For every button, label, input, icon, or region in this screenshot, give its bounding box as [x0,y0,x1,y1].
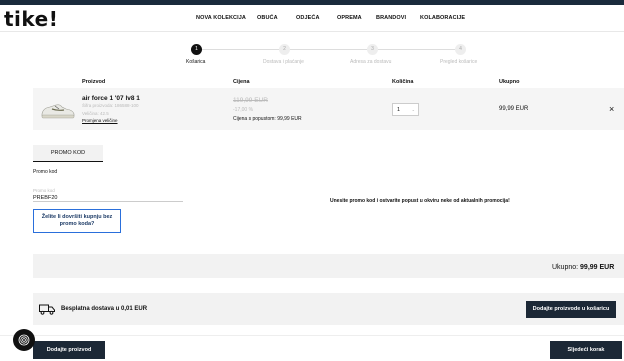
remove-item-icon[interactable]: × [609,104,614,114]
nav-item-brandovi[interactable]: BRANDOVI [376,15,406,21]
step-connector [289,49,367,50]
accessibility-button[interactable] [13,329,35,351]
col-header-price: Cijena [233,79,250,85]
add-product-button[interactable]: Dodajte proizvod [33,341,105,359]
old-price: 119,99 EUR [233,97,268,104]
product-code: Šifra proizvoda: 186588-100 [82,103,139,108]
change-size-link[interactable]: Promjena veličine [82,118,118,123]
line-total: 99,99 EUR [499,106,529,112]
truck-icon [39,304,55,315]
quantity-value: 1 [397,107,401,113]
promo-code-input[interactable] [33,194,183,202]
step-3-dot: 3 [367,44,378,55]
free-delivery-text: Besplatna dostava u 0,01 EUR [61,306,148,312]
nav-item-nova-kolekcija[interactable]: NOVA KOLEKCIJA [196,15,246,21]
discounted-price: Cijena s popustom: 99,99 EUR [233,116,302,122]
promo-message: Unesite promo kod i ostvarite popust u o… [330,198,510,204]
step-3-label: Adresa za dostavu [350,59,392,65]
quantity-select[interactable]: 1 ⌄ [392,103,419,116]
step-2-label: Dostava i plaćanje [263,59,304,65]
next-step-button[interactable]: Sljedeći korak [550,341,622,359]
step-1-label: Košarica [186,59,206,65]
cart-total-value: 99,99 EUR [580,264,615,271]
step-4-dot: 4 [455,44,466,55]
product-size: Veličina: 42.5 [82,111,109,116]
cart-total: Ukupno: 99,99 EUR [552,264,614,271]
step-2-dot: 2 [279,44,290,55]
step-connector [201,49,279,50]
col-header-product: Proizvod [82,79,106,85]
logo[interactable]: tike! [4,7,58,31]
nav-item-oprema[interactable]: OPREMA [337,15,362,21]
continue-without-promo-button[interactable]: Želite li dovršiti kupnju bez promo koda… [33,209,121,233]
fingerprint-icon [18,334,30,346]
tab-promo-code[interactable]: PROMO KOD [33,145,103,162]
promo-field-label: Promo kod [33,188,55,193]
site-header: tike! NOVA KOLEKCIJA OBUĆA ODJEĆA OPREMA… [0,5,624,32]
summary-bar [33,254,624,278]
checkout-steps: 1 2 3 4 Košarica Dostava i plaćanje Adre… [0,43,624,68]
discount-percent: -17,00 % [233,107,254,113]
col-header-qty: Količina [392,79,414,85]
step-connector [377,49,455,50]
step-4-label: Pregled košarice [440,59,478,65]
step-1-dot: 1 [191,44,202,55]
product-name[interactable]: air force 1 '07 lv8 1 [82,95,140,102]
col-header-total: Ukupno [499,79,520,85]
nav-item-kolaboracije[interactable]: KOLABORACIJE [420,15,465,21]
chevron-down-icon: ⌄ [411,107,415,112]
promo-section-label: Promo kod [33,169,58,175]
cart-total-label: Ukupno: [552,264,579,271]
nav-item-obuca[interactable]: OBUĆA [257,15,278,21]
add-products-button[interactable]: Dodajte proizvode u košaricu [526,301,616,318]
product-image[interactable] [40,99,76,121]
nav-item-odjeca[interactable]: ODJEĆA [296,15,320,21]
